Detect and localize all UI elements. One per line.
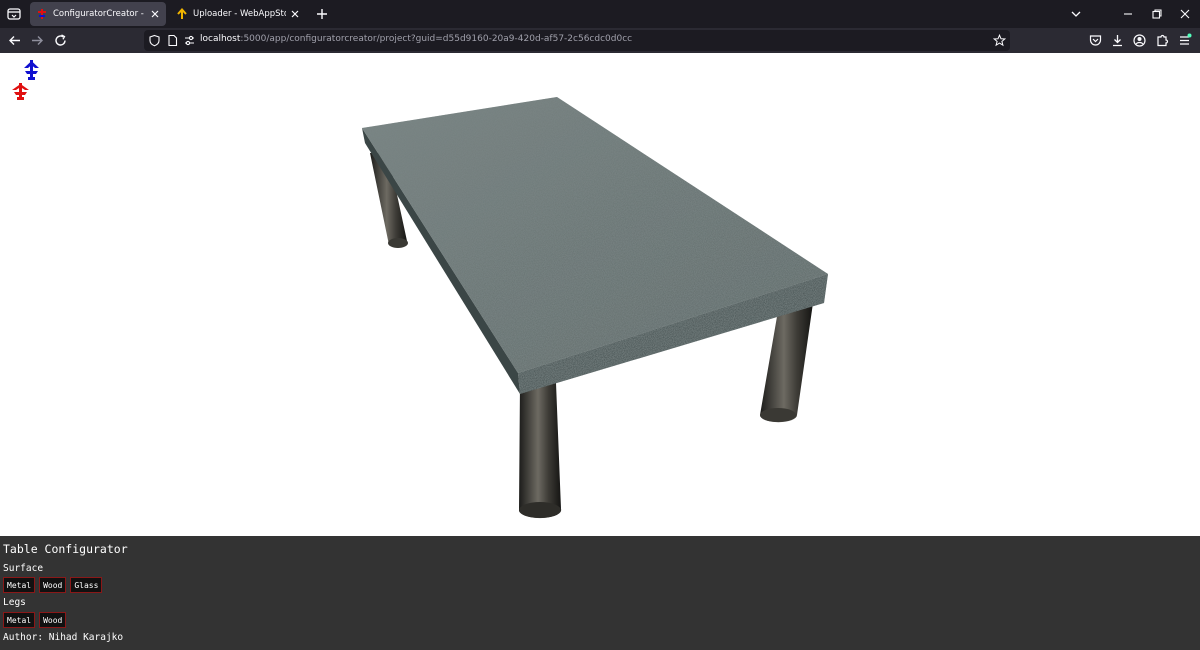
- axis-gizmo-icon[interactable]: [8, 57, 48, 103]
- page-icon[interactable]: [166, 34, 179, 47]
- tab-uploader[interactable]: Uploader - WebAppStore: [170, 2, 306, 26]
- upload-arrow-icon: [177, 8, 187, 19]
- table-leg-front: [519, 383, 562, 519]
- surface-metal-button[interactable]: Metal: [3, 577, 36, 593]
- tab-title: Uploader - WebAppStore: [193, 9, 286, 19]
- 3d-viewport[interactable]: [0, 53, 1200, 536]
- minimize-icon[interactable]: [1121, 7, 1135, 21]
- tab-title: ConfiguratorCreator - WebAppStore: [53, 9, 146, 19]
- account-icon[interactable]: [1132, 33, 1147, 48]
- list-all-tabs-chevron-icon[interactable]: [1069, 7, 1083, 21]
- url-text[interactable]: localhost:5000/app/configuratorcreator/p…: [200, 34, 632, 44]
- close-tab-icon[interactable]: [150, 9, 160, 19]
- puzzle-icon[interactable]: [1155, 33, 1170, 48]
- hamburger-menu-icon[interactable]: [1177, 33, 1192, 48]
- tabletop-surface: [362, 97, 828, 373]
- navigation-toolbar: localhost:5000/app/configuratorcreator/p…: [0, 28, 1200, 53]
- legs-wood-button[interactable]: Wood: [39, 612, 67, 628]
- author-credit: Author: Nihad Karajko: [3, 632, 124, 643]
- tab-configurator-creator[interactable]: ConfiguratorCreator - WebAppStore: [30, 2, 166, 26]
- download-icon[interactable]: [1110, 33, 1125, 48]
- forward-arrow-icon[interactable]: [30, 33, 45, 48]
- configurator-title: Table Configurator: [3, 542, 128, 556]
- new-tab-plus-icon[interactable]: [315, 7, 329, 21]
- legs-options: Metal Wood: [3, 612, 67, 628]
- legs-section-label: Legs: [3, 597, 26, 608]
- restore-icon[interactable]: [1150, 7, 1164, 21]
- legs-metal-button[interactable]: Metal: [3, 612, 36, 628]
- permissions-icon[interactable]: [183, 34, 196, 47]
- table-model-render[interactable]: [0, 53, 1200, 536]
- table-leg-back-right: [760, 303, 813, 423]
- tab-list-icon[interactable]: [6, 6, 22, 22]
- close-tab-icon[interactable]: [290, 9, 300, 19]
- shield-icon[interactable]: [148, 34, 161, 47]
- configurator-panel: Table Configurator Surface Metal Wood Gl…: [0, 536, 1200, 650]
- surface-section-label: Surface: [3, 563, 44, 574]
- url-path: :5000/app/configuratorcreator/project?gu…: [240, 34, 633, 44]
- configurator-favicon-icon: [38, 9, 46, 19]
- surface-glass-button[interactable]: Glass: [70, 577, 103, 593]
- pocket-icon[interactable]: [1088, 33, 1103, 48]
- url-bar[interactable]: localhost:5000/app/configuratorcreator/p…: [144, 30, 1010, 51]
- surface-wood-button[interactable]: Wood: [39, 577, 67, 593]
- surface-options: Metal Wood Glass: [3, 577, 103, 593]
- star-icon[interactable]: [993, 34, 1006, 47]
- tab-bar: ConfiguratorCreator - WebAppStore Upload…: [0, 0, 1200, 28]
- reload-icon[interactable]: [53, 33, 68, 48]
- back-arrow-icon[interactable]: [7, 33, 22, 48]
- close-window-icon[interactable]: [1178, 7, 1192, 21]
- url-host: localhost: [200, 34, 241, 44]
